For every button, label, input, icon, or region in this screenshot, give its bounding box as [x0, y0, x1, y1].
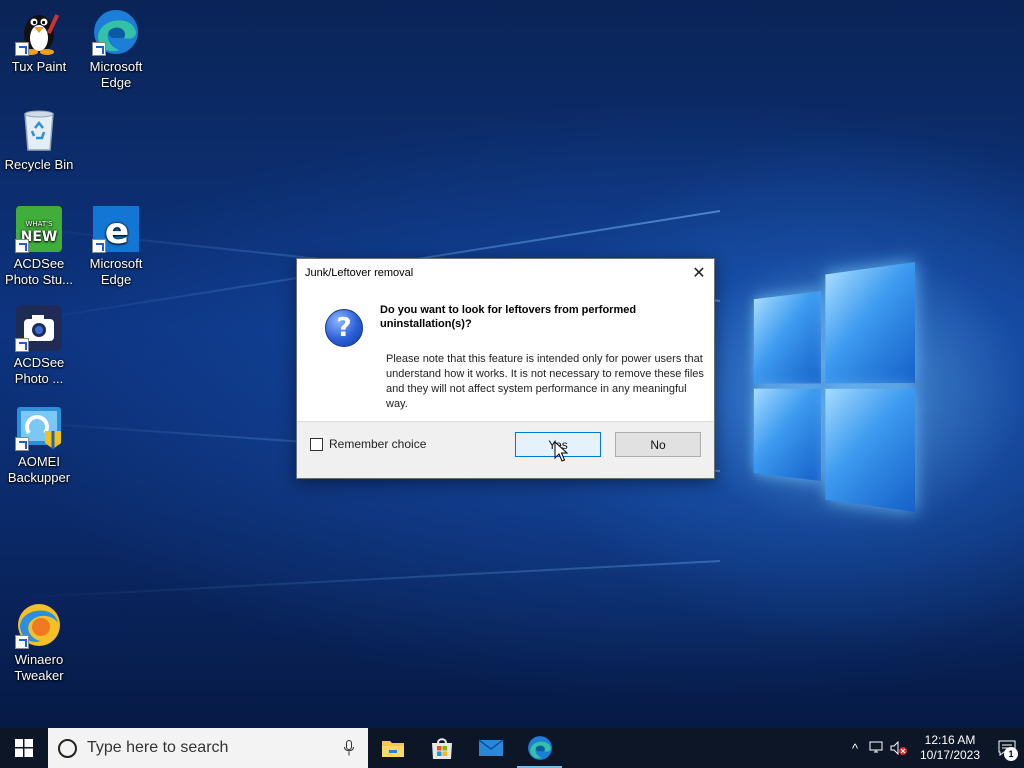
- checkbox-box[interactable]: [310, 437, 323, 451]
- desktop-icon-label: ACDSee Photo ...: [13, 355, 65, 386]
- dialog-heading: Do you want to look for leftovers from p…: [380, 304, 637, 330]
- desktop-icon-tux-paint[interactable]: Tux Paint: [1, 8, 77, 75]
- desktop-icon-microsoft-edge-legacy[interactable]: e Microsoft Edge: [78, 205, 154, 288]
- tux-paint-icon: [15, 8, 63, 56]
- desktop-icon-acdsee-photo[interactable]: ACDSee Photo ...: [1, 304, 77, 387]
- aomei-backupper-icon: [15, 403, 63, 451]
- close-icon[interactable]: ✕: [684, 259, 714, 287]
- dialog-footer: Remember choice Yes No: [297, 421, 714, 478]
- edge-legacy-icon: e: [92, 205, 140, 253]
- desktop-icon-recycle-bin[interactable]: Recycle Bin: [1, 106, 77, 173]
- shortcut-arrow-icon: [15, 635, 29, 649]
- remember-choice-label: Remember choice: [329, 437, 427, 451]
- clock-date: 10/17/2023: [919, 748, 981, 762]
- shortcut-arrow-icon: [92, 239, 106, 253]
- desktop-icon-acdsee-photo-studio[interactable]: WHAT'S NEW ACDSee Photo Stu...: [1, 205, 77, 288]
- volume-muted-icon[interactable]: [888, 728, 910, 768]
- file-explorer-icon: [381, 741, 404, 757]
- yes-button[interactable]: Yes: [515, 432, 601, 457]
- winaero-tweaker-icon: [15, 601, 63, 649]
- edge-icon: [527, 736, 552, 760]
- mail-icon: [478, 739, 503, 756]
- desktop-icon-label: Microsoft Edge: [89, 59, 143, 90]
- start-button[interactable]: [0, 728, 48, 768]
- svg-text:e: e: [105, 211, 129, 252]
- acdsee-camera-icon: [15, 304, 63, 352]
- action-center-button[interactable]: 1: [990, 728, 1024, 768]
- desktop-icon-label: Tux Paint: [11, 59, 67, 74]
- desktop-icon-winaero-tweaker[interactable]: Winaero Tweaker: [1, 601, 77, 684]
- search-placeholder: Type here to search: [87, 739, 229, 756]
- shortcut-arrow-icon: [15, 42, 29, 56]
- search-icon: [58, 738, 77, 758]
- system-tray: ^ 12:16 AM 10/17/2023 1: [844, 728, 1024, 768]
- shortcut-arrow-icon: [92, 42, 106, 56]
- junk-leftover-dialog: Junk/Leftover removal ✕ ? Do you want to…: [296, 258, 715, 479]
- acdsee-whats-new-icon: WHAT'S NEW: [15, 205, 63, 253]
- shortcut-arrow-icon: [15, 338, 29, 352]
- desktop-icon-label: Microsoft Edge: [89, 256, 143, 287]
- question-icon: ?: [325, 309, 363, 347]
- taskbar-clock[interactable]: 12:16 AM 10/17/2023: [910, 733, 990, 763]
- network-icon[interactable]: [866, 728, 888, 768]
- dialog-title: Junk/Leftover removal: [305, 267, 414, 279]
- desktop-icon-microsoft-edge[interactable]: Microsoft Edge: [78, 8, 154, 91]
- dialog-message: Please note that this feature is intende…: [386, 353, 704, 410]
- taskbar-file-explorer[interactable]: [368, 728, 417, 768]
- shortcut-arrow-icon: [15, 239, 29, 253]
- shortcut-arrow-icon: [15, 437, 29, 451]
- acdsee-badge-top-text: WHAT'S: [25, 220, 53, 228]
- microphone-icon[interactable]: [344, 740, 354, 756]
- no-button[interactable]: No: [615, 432, 701, 457]
- light-beam: [0, 560, 721, 600]
- clock-time: 12:16 AM: [924, 733, 976, 747]
- notification-count-badge: 1: [1004, 747, 1018, 761]
- remember-choice-checkbox[interactable]: Remember choice: [310, 437, 426, 451]
- windows-logo-graphic: [753, 262, 915, 512]
- recycle-bin-icon: [15, 106, 63, 154]
- taskbar: Type here to search ^ 12:16 AM 10/17/202…: [0, 728, 1024, 768]
- show-hidden-icons-chevron-icon[interactable]: ^: [844, 728, 866, 768]
- windows-start-icon: [15, 739, 33, 757]
- desktop-icon-aomei-backupper[interactable]: AOMEI Backupper: [1, 403, 77, 486]
- edge-chromium-icon: [92, 8, 140, 56]
- taskbar-search-box[interactable]: Type here to search: [48, 728, 368, 768]
- desktop-icon-label: Winaero Tweaker: [14, 652, 64, 683]
- desktop-icon-label: ACDSee Photo Stu...: [5, 256, 73, 287]
- taskbar-edge[interactable]: [515, 728, 564, 768]
- taskbar-mail[interactable]: [466, 728, 515, 768]
- desktop-icon-label: Recycle Bin: [4, 157, 74, 172]
- desktop-icon-label: AOMEI Backupper: [7, 454, 71, 485]
- microsoft-store-icon: [431, 738, 452, 759]
- taskbar-microsoft-store[interactable]: [417, 728, 466, 768]
